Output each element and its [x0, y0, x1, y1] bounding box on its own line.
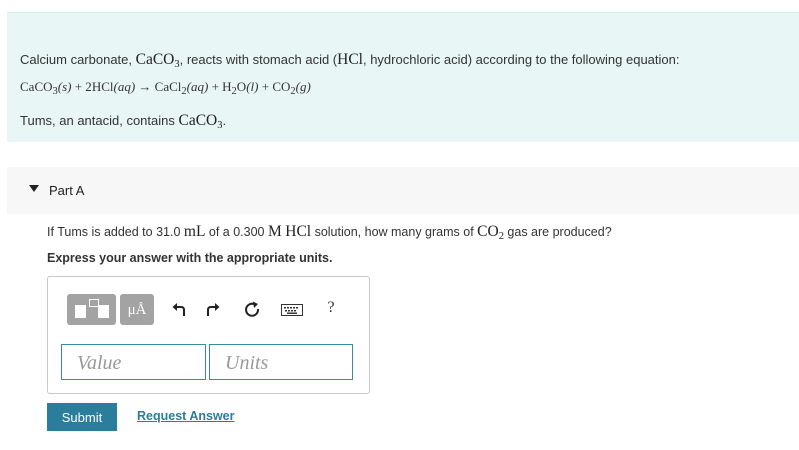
intro-text-suffix: , hydrochloric acid) according to the fo…: [362, 52, 680, 67]
submit-button[interactable]: Submit: [47, 403, 117, 431]
hcl-formula: HCl: [337, 51, 363, 68]
eq-plus: +: [208, 79, 223, 94]
co2-formula: CO2: [477, 223, 504, 242]
eq-plus: +: [258, 79, 273, 94]
intro-text: Calcium carbonate, CaCO3, reacts with st…: [20, 51, 680, 70]
answer-instruction: Express your answer with the appropriate…: [47, 251, 333, 265]
undo-icon[interactable]: [171, 302, 187, 318]
units-button-label: μÅ: [127, 302, 147, 318]
eq-state: (s): [57, 79, 72, 94]
eq-product-2: H: [222, 79, 232, 94]
hcl-formula: HCl: [285, 223, 312, 240]
eq-plus: + 2: [71, 79, 92, 94]
eq-state: (g): [295, 79, 311, 94]
formula-main: CaCO: [178, 112, 218, 129]
templates-button[interactable]: [67, 294, 116, 325]
question-suffix: gas are produced?: [503, 225, 612, 239]
formula-main: CO: [477, 223, 499, 240]
question-prefix: If Tums is added to 31.0: [47, 225, 184, 239]
eq-product-1: CaCl: [154, 79, 182, 94]
eq-arrow: →: [135, 79, 155, 94]
intro-text-prefix: Calcium carbonate,: [20, 52, 136, 67]
part-a-header[interactable]: Part A: [7, 167, 799, 214]
problem-intro: Calcium carbonate, CaCO3, reacts with st…: [7, 12, 799, 142]
eq-state: (l): [246, 79, 259, 94]
eq-state: (aq): [113, 79, 136, 94]
caco3-formula: CaCO3: [178, 112, 223, 131]
question-middle-2: solution, how many grams of: [311, 225, 478, 239]
chemical-equation: CaCO3(s) + 2HCl(aq) → CaCl2(aq) + H2O(l)…: [20, 79, 311, 97]
redo-icon[interactable]: [205, 302, 221, 318]
units-button[interactable]: μÅ: [120, 294, 154, 325]
molarity-unit: M: [267, 223, 282, 240]
eq-state: (aq): [186, 79, 209, 94]
eq-reactant-2: HCl: [91, 79, 114, 94]
question-text: If Tums is added to 31.0 mL of a 0.300 M…: [47, 223, 612, 242]
template-square: [75, 305, 86, 318]
answer-panel: μÅ ? Value Units: [47, 276, 370, 394]
antacid-text-prefix: Tums, an antacid, contains: [20, 113, 179, 128]
formula-main: CaCO: [135, 51, 175, 68]
units-placeholder: Units: [225, 352, 269, 374]
units-input[interactable]: Units: [209, 344, 353, 380]
caco3-formula: CaCO3: [135, 51, 180, 70]
value-placeholder: Value: [77, 352, 122, 374]
template-square: [98, 305, 109, 318]
part-title: Part A: [49, 183, 85, 198]
collapse-caret-icon[interactable]: [29, 185, 39, 192]
antacid-text: Tums, an antacid, contains CaCO3.: [20, 112, 227, 131]
eq-reactant-1: CaCO: [20, 79, 53, 94]
help-button[interactable]: ?: [325, 299, 337, 317]
volume-unit: mL: [183, 223, 206, 240]
reset-icon[interactable]: [244, 301, 260, 317]
eq-product-2b: O: [236, 79, 247, 94]
eq-product-3: CO: [272, 79, 291, 94]
antacid-text-suffix: .: [222, 113, 227, 128]
keyboard-icon[interactable]: [281, 304, 303, 316]
intro-text-middle: , reacts with stomach acid (: [179, 52, 338, 67]
request-answer-link[interactable]: Request Answer: [137, 409, 234, 423]
question-middle: of a 0.300: [205, 225, 268, 239]
value-input[interactable]: Value: [61, 344, 206, 380]
